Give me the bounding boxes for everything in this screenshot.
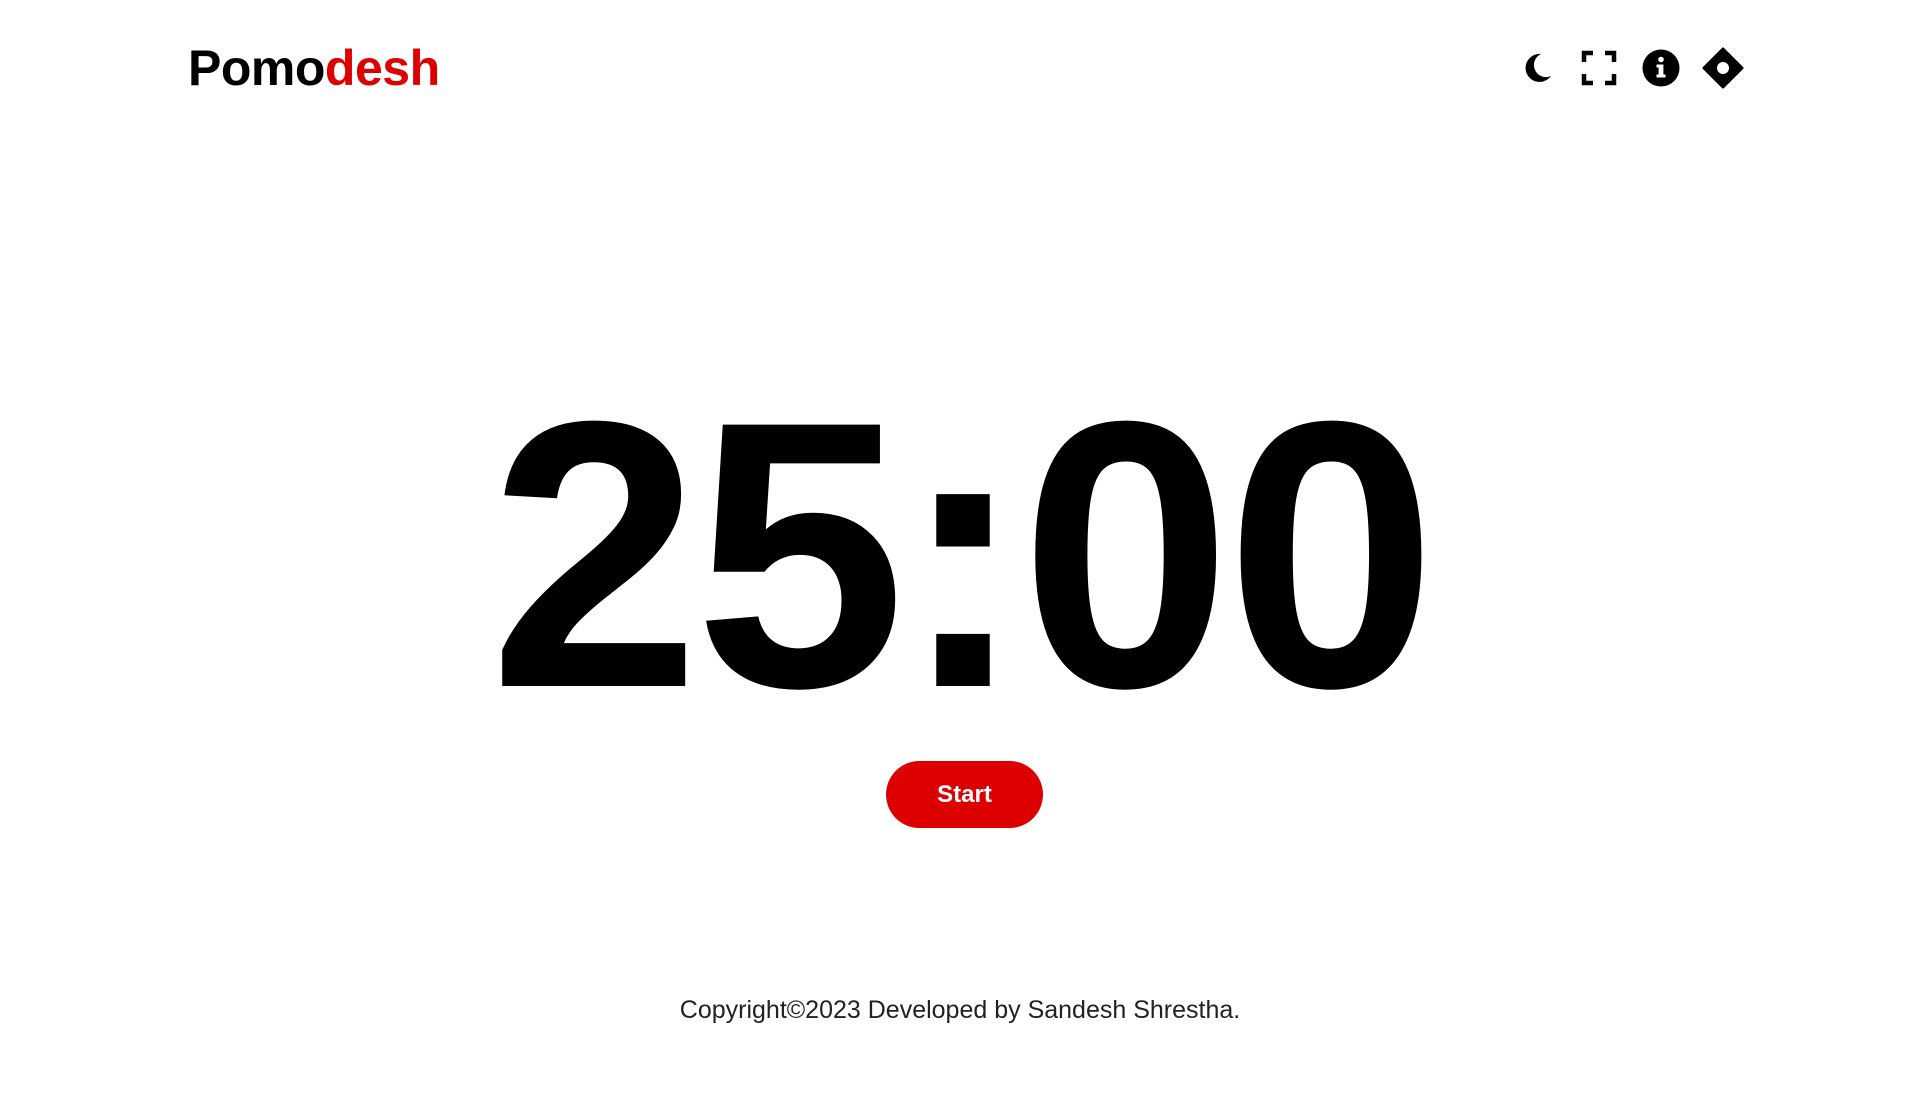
moon-icon <box>1525 53 1551 82</box>
dark-mode-button[interactable] <box>1516 47 1558 89</box>
toolbar <box>1516 47 1744 89</box>
settings-icon <box>1702 47 1744 89</box>
app-page: Pomodesh 25:00 Start Copyright©2023 Deve… <box>0 0 1920 1115</box>
fullscreen-icon <box>1581 50 1617 86</box>
fullscreen-button[interactable] <box>1578 47 1620 89</box>
brand-text-accent: desh <box>324 40 440 96</box>
brand-text-primary: Pomo <box>188 40 325 96</box>
footer-copyright: Copyright©2023 Developed by Sandesh Shre… <box>679 996 1241 1024</box>
header: Pomodesh <box>188 35 1748 101</box>
info-button[interactable] <box>1640 47 1682 89</box>
info-icon <box>1642 49 1680 87</box>
brand-logo[interactable]: Pomodesh <box>188 43 440 93</box>
start-button[interactable]: Start <box>886 761 1043 828</box>
timer-display: 25:00 <box>489 342 1437 767</box>
settings-button[interactable] <box>1702 47 1744 89</box>
